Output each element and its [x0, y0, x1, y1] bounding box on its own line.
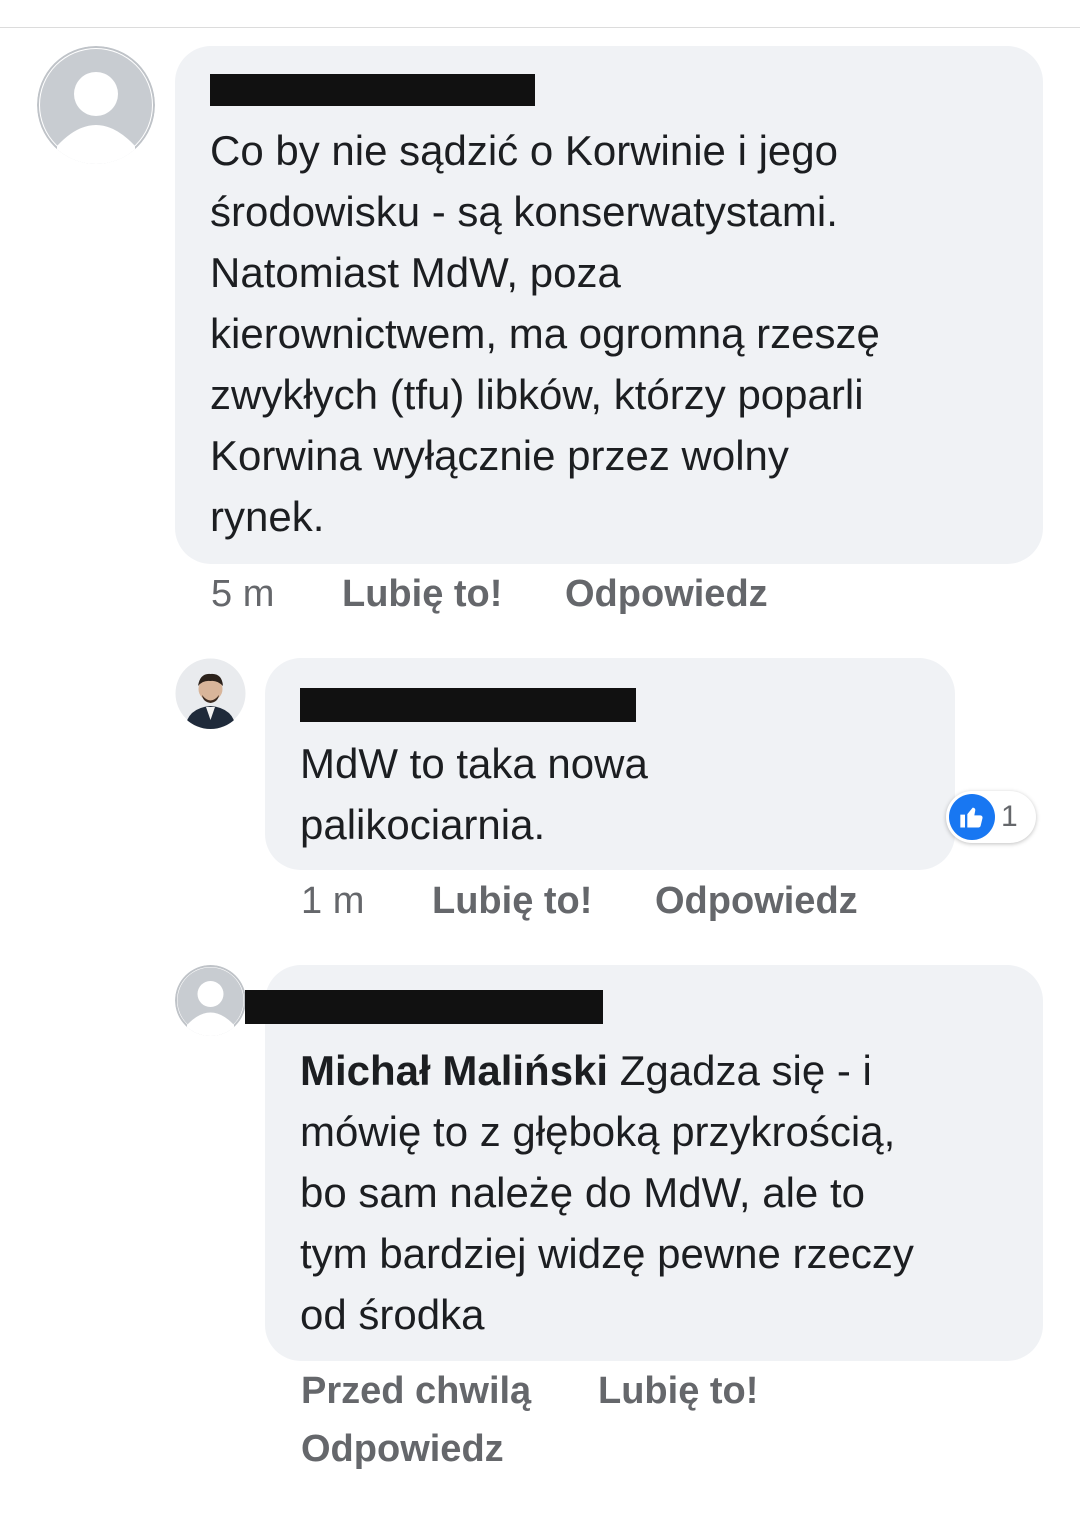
comment-time: 5 m: [211, 573, 275, 615]
comment-text: Co by nie sądzić o Korwinie i jego środo…: [210, 127, 880, 540]
like-link[interactable]: Lubię to!: [598, 1370, 758, 1413]
reply-link[interactable]: Odpowiedz: [301, 1428, 504, 1471]
reply-link[interactable]: Odpowiedz: [655, 880, 858, 923]
comment-text: Michał Maliński Zgadza się - i mówię to …: [300, 1040, 914, 1345]
reaction-summary[interactable]: 1: [946, 791, 1036, 843]
redacted-author-name: [300, 688, 636, 722]
like-link[interactable]: Lubię to!: [432, 880, 592, 923]
comment-time: 1 m: [301, 880, 365, 922]
like-link[interactable]: Lubię to!: [342, 573, 502, 616]
default-avatar-icon[interactable]: [37, 46, 155, 164]
user-photo-avatar[interactable]: [175, 658, 246, 729]
thumbs-up-icon: [949, 794, 995, 840]
comment-text: MdW to taka nowa palikociarnia.: [300, 740, 648, 848]
mention-link[interactable]: Michał Maliński: [300, 1047, 608, 1094]
redacted-author-name: [245, 990, 603, 1024]
comment-time: Przed chwilą: [301, 1370, 532, 1412]
redacted-author-name: [210, 74, 535, 106]
top-divider: [0, 27, 1080, 28]
default-avatar-icon[interactable]: [175, 965, 246, 1036]
reply-link[interactable]: Odpowiedz: [565, 573, 768, 616]
reaction-count: 1: [1001, 800, 1018, 833]
